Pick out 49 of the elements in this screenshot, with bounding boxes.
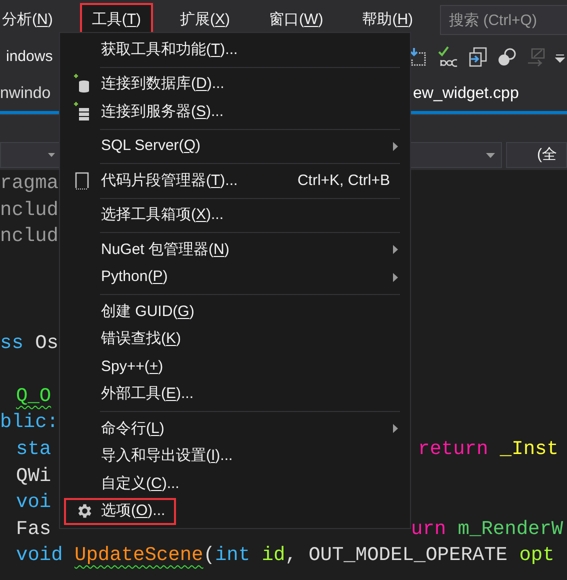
submenu-arrow-icon: [393, 245, 398, 254]
caret-icon: [486, 152, 495, 158]
menu-item[interactable]: 导入和导出设置(I)...: [60, 442, 410, 470]
code-line: ragma: [0, 172, 59, 194]
menu-item[interactable]: Spy++(+): [60, 353, 410, 380]
copy-icon[interactable]: [468, 47, 488, 67]
code-line: return _Inst: [417, 436, 558, 462]
menu-item[interactable]: 选择工具箱项(X)...: [60, 202, 410, 229]
menu-item[interactable]: Python(P): [60, 264, 410, 291]
toolbar-label: indows: [6, 46, 53, 67]
submenu-arrow-icon: [393, 424, 398, 434]
server-icon: [72, 102, 90, 122]
code-line: blic:: [0, 411, 59, 434]
database-icon: [72, 74, 90, 94]
menu-bar-item[interactable]: 扩展(X): [168, 3, 242, 37]
menu-item[interactable]: 选项(O)...: [64, 498, 176, 525]
download-icon[interactable]: [408, 47, 428, 67]
menu-item[interactable]: 获取工具和功能(T)...: [60, 36, 410, 64]
code-line: sta: [16, 438, 52, 460]
circles-icon[interactable]: [497, 47, 517, 67]
menu-item[interactable]: 连接到服务器(S)...: [60, 98, 410, 126]
menu-bar-item[interactable]: 分析(N): [0, 3, 65, 37]
code-line: voi: [16, 491, 52, 514]
code-line: QWi: [16, 464, 52, 487]
caret-icon: [48, 153, 55, 157]
spellcheck-icon[interactable]: [437, 46, 459, 68]
menu-item[interactable]: NuGet 包管理器(N): [60, 236, 410, 264]
menu-item[interactable]: 命令行(L): [60, 415, 410, 442]
menu-item[interactable]: 自定义(C)...: [60, 470, 410, 498]
menu-bar-item[interactable]: 窗口(W): [257, 3, 336, 37]
menu-bar-item[interactable]: 帮助(H): [350, 3, 426, 37]
menu-item[interactable]: 外部工具(E)...: [60, 380, 410, 408]
code-line: nclud: [0, 225, 59, 248]
submenu-arrow-icon: [393, 272, 398, 282]
submenu-arrow-icon: [393, 142, 398, 151]
search-field[interactable]: 搜索 (Ctrl+Q): [440, 5, 567, 35]
menu-item[interactable]: SQL Server(Q): [60, 132, 410, 160]
menu-item[interactable]: 创建 GUID(G): [60, 298, 410, 326]
menu-item[interactable]: 代码片段管理器(T)... Ctrl+K, Ctrl+B: [60, 167, 410, 194]
code-line: Fas: [16, 518, 52, 540]
code-line: nclud: [0, 198, 59, 221]
code-line: ss Os: [0, 332, 59, 354]
document-icon: [74, 172, 88, 190]
code-line: urn m_RenderW: [411, 516, 564, 542]
code-line: Q_O: [16, 384, 52, 407]
code-line: void UpdateScene(int id, OUT_MODEL_OPERATE opt: [16, 544, 554, 566]
scope-combo-box[interactable]: (全: [506, 142, 567, 168]
menu-item[interactable]: 错误查找(K): [60, 326, 410, 353]
menu-item[interactable]: 连接到数据库(D)...: [60, 70, 410, 98]
